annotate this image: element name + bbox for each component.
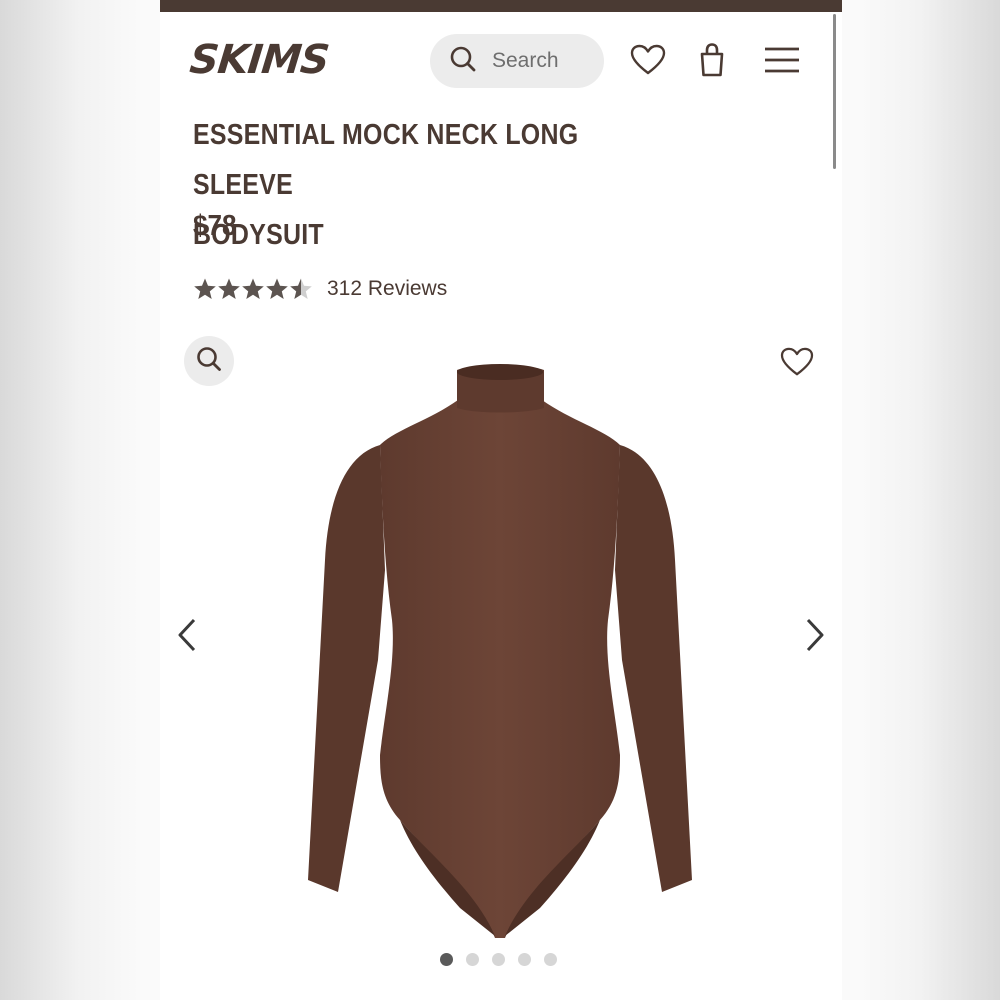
chevron-right-icon[interactable]: [800, 612, 830, 658]
reviews-count[interactable]: 312 Reviews: [327, 277, 447, 301]
scrollbar[interactable]: [833, 14, 836, 169]
shopping-bag-icon[interactable]: [692, 40, 732, 80]
stars-icon: [194, 278, 312, 299]
brand-logo[interactable]: SKIMS: [187, 34, 331, 86]
product-title-line2: BODYSUIT: [193, 219, 324, 251]
menu-icon[interactable]: [762, 40, 802, 80]
top-bar: [160, 0, 842, 12]
product-price: $78: [193, 210, 237, 242]
product-rating[interactable]: 312 Reviews: [193, 277, 447, 301]
product-title-line1: ESSENTIAL MOCK NECK LONG SLEEVE: [193, 119, 579, 201]
carousel-dot[interactable]: [544, 953, 557, 966]
mobile-screen: SKIMS Search ESSENTIAL MOCK NECK LONG SL…: [160, 0, 842, 1000]
zoom-button[interactable]: [184, 336, 234, 386]
product-image[interactable]: [300, 360, 700, 950]
carousel-dot[interactable]: [492, 953, 505, 966]
carousel-dot[interactable]: [518, 953, 531, 966]
zoom-icon: [195, 345, 223, 377]
wishlist-heart-icon-header[interactable]: [628, 40, 668, 80]
wishlist-heart-icon[interactable]: [777, 344, 817, 380]
chevron-left-icon[interactable]: [172, 612, 202, 658]
product-title: ESSENTIAL MOCK NECK LONG SLEEVE BODYSUIT: [193, 110, 675, 260]
carousel-pagination: [440, 953, 557, 966]
carousel-dot[interactable]: [466, 953, 479, 966]
search-bar[interactable]: Search: [430, 34, 604, 88]
search-icon: [448, 44, 478, 78]
logo-text: SKIMS: [187, 37, 331, 83]
star-rating: [193, 277, 313, 301]
carousel-dot[interactable]: [440, 953, 453, 966]
search-placeholder: Search: [492, 49, 559, 72]
